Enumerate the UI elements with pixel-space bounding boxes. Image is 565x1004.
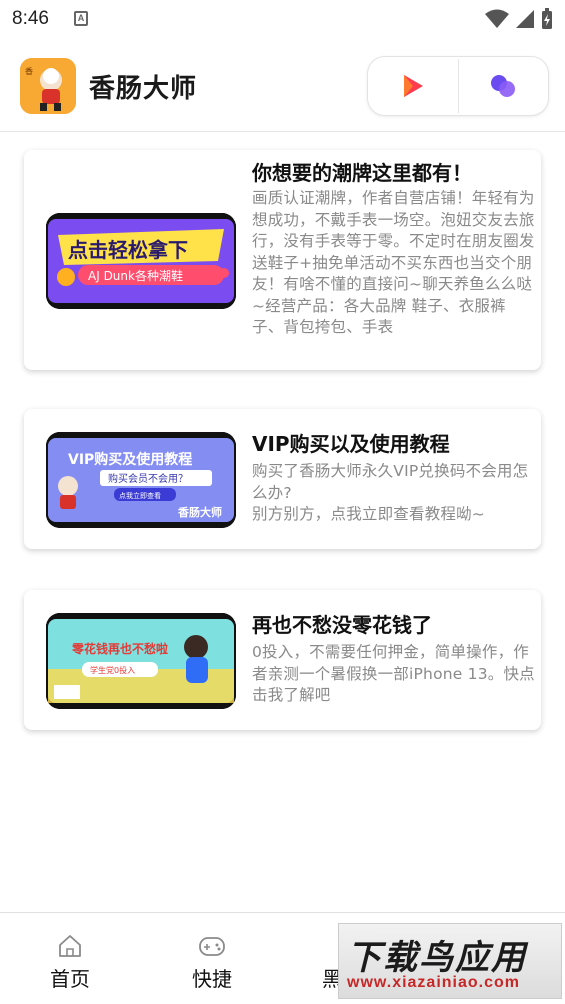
gamepad-icon: [199, 937, 225, 956]
banner-main-text-2: VIP购买及使用教程: [68, 451, 192, 468]
header-actions: [367, 56, 549, 116]
app-logo: 香: [20, 58, 76, 114]
promo-card-1[interactable]: 点击轻松拿下 AJ Dunk各种潮鞋 你想要的潮牌这里都有！ 画质认证潮牌，作者…: [24, 150, 541, 370]
battery-icon: [542, 8, 552, 29]
home-icon: [59, 935, 81, 957]
wifi-icon: [485, 9, 509, 28]
card-title-1: 你想要的潮牌这里都有！: [252, 161, 472, 185]
card-text-2: VIP购买以及使用教程 购买了香肠大师永久VIP兑换码不会用怎么办? 别方别方，…: [252, 431, 537, 526]
signal-icon: [516, 10, 534, 28]
community-button[interactable]: [459, 57, 549, 115]
nav-item-home[interactable]: 首页: [30, 933, 110, 992]
notification-a-icon: A: [74, 11, 88, 26]
card-description-1: 画质认证潮牌，作者自营店铺！年轻有为想成功，不戴手表一场空。泡妞交友去旅行，没有…: [252, 189, 535, 336]
card-title-2: VIP购买以及使用教程: [252, 432, 450, 456]
banner-sub-text-2: 购买会员不会用？: [108, 472, 188, 485]
promo-card-2[interactable]: VIP购买及使用教程 购买会员不会用？ 点我立即查看 香肠大师 VIP购买以及使…: [24, 409, 541, 549]
card-text-1: 你想要的潮牌这里都有！ 画质认证潮牌，作者自营店铺！年轻有为想成功，不戴手表一场…: [252, 160, 537, 339]
watermark-url-text: www.xiazainiao.com: [347, 974, 521, 991]
banner-main-text-1: 点击轻松拿下: [68, 238, 188, 262]
card-banner-image-1: 点击轻松拿下 AJ Dunk各种潮鞋: [46, 213, 236, 309]
card-text-3: 再也不愁没零花钱了 0投入，不需要任何押金，简单操作，作者亲测一个暑假换一部iP…: [252, 612, 537, 707]
banner-sub-text-3: 学生党0投入: [90, 665, 135, 675]
card-banner-image-3: 零花钱再也不愁啦 学生党0投入: [46, 613, 236, 709]
banner-btn-text-2: 点我立即查看: [119, 491, 161, 500]
status-time: 8:46: [12, 8, 49, 29]
card-banner-image-2: VIP购买及使用教程 购买会员不会用？ 点我立即查看 香肠大师: [46, 432, 236, 528]
card-title-3: 再也不愁没零花钱了: [252, 613, 432, 637]
nav-item-shortcuts[interactable]: 快捷: [172, 933, 252, 992]
app-header: 香 香肠大师: [0, 48, 565, 132]
bubbles-icon: [491, 75, 516, 97]
promo-card-3[interactable]: 零花钱再也不愁啦 学生党0投入 再也不愁没零花钱了 0投入，不需要任何押金，简单…: [24, 590, 541, 730]
watermark-main-text: 下载鸟应用: [347, 938, 527, 978]
card-description-3: 0投入，不需要任何押金，简单操作，作者亲测一个暑假换一部iPhone 13。快点…: [252, 643, 535, 704]
banner-sub-text-1: AJ Dunk各种潮鞋: [88, 268, 183, 283]
card-description-2: 购买了香肠大师永久VIP兑换码不会用怎么办? 别方别方，点我立即查看教程呦~: [252, 462, 529, 523]
banner-main-text-3: 零花钱再也不愁啦: [71, 641, 168, 656]
banner-brand-text-2: 香肠大师: [177, 505, 222, 519]
status-bar: 8:46 A: [0, 0, 565, 40]
watermark-logo: 下载鸟应用 www.xiazainiao.com: [338, 923, 562, 999]
video-button[interactable]: [368, 57, 458, 115]
play-icon: [403, 75, 423, 97]
nav-label-shortcuts: 快捷: [192, 967, 232, 991]
svg-text:香: 香: [25, 66, 33, 76]
app-title: 香肠大师: [89, 74, 198, 104]
status-icons: [485, 8, 553, 30]
nav-label-home: 首页: [50, 967, 90, 991]
